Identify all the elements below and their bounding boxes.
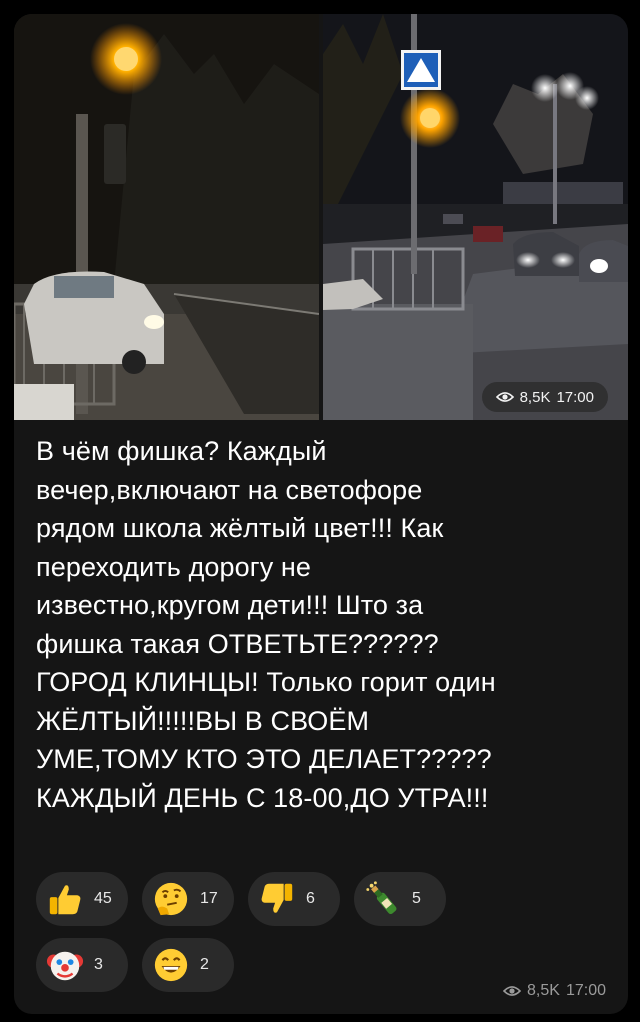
message-meta: 8,5K 17:00 — [503, 982, 606, 1000]
eye-icon — [503, 986, 522, 996]
reaction-thinking[interactable]: 17 — [142, 872, 234, 926]
clown-face-icon — [46, 951, 84, 981]
reaction-thumbs-up[interactable]: 45 — [36, 872, 128, 926]
thumbs-up-icon — [49, 885, 81, 915]
eye-icon — [495, 392, 514, 402]
message-text: В чём фишка? Каждый вечер,включают на св… — [36, 432, 616, 817]
message-bubble: 8,5K 17:00 В чём фишка? Каждый вечер,вкл… — [14, 14, 628, 1014]
champagne-icon — [366, 881, 397, 914]
reaction-champagne[interactable]: 5 — [354, 872, 446, 926]
message-line: ЖЁЛТЫЙ!!!!!ВЫ В СВОЁМ — [36, 705, 370, 736]
photo-crosswalk-street[interactable] — [323, 14, 628, 420]
message-views-count: 8,5K — [527, 982, 560, 999]
message-line: КАЖДЫЙ ДЕНЬ С 18-00,ДО УТРА!!! — [36, 782, 489, 813]
message-line: В чём фишка? Каждый — [36, 436, 327, 466]
message-line: известно,кругом дети!!! Што за — [36, 590, 424, 620]
photo-album[interactable]: 8,5K 17:00 — [14, 14, 628, 420]
message-line: ГОРОД КЛИНЦЫ! Только горит один — [36, 667, 496, 697]
message-line: рядом школа жёлтый цвет!!! Как — [36, 513, 444, 543]
message-time: 17:00 — [565, 982, 606, 999]
reaction-count: 17 — [200, 890, 218, 907]
message-line: УМЕ,ТОМУ КТО ЭТО ДЕЛАЕТ????? — [36, 744, 492, 774]
reaction-clown[interactable]: 3 — [36, 938, 128, 992]
message-line: вечер,включают на светофоре — [36, 474, 423, 505]
media-views-count: 8,5K — [519, 388, 551, 406]
message-line: переходить дорогу не — [36, 551, 312, 582]
thumbs-down-icon — [261, 883, 293, 913]
media-time: 17:00 — [556, 388, 594, 406]
message-line: фишка такая ОТВЕТЬТЕ?????? — [36, 628, 439, 659]
reaction-count: 45 — [94, 890, 112, 907]
reaction-count: 6 — [306, 890, 315, 907]
photo-night-traffic-light[interactable] — [14, 14, 319, 420]
thinking-face-icon — [154, 882, 188, 916]
reaction-count: 5 — [412, 890, 421, 907]
media-views-badge: 8,5K 17:00 — [481, 382, 608, 412]
reaction-count: 3 — [94, 956, 103, 973]
reaction-grinning[interactable]: 2 — [142, 938, 234, 992]
reaction-thumbs-down[interactable]: 6 — [248, 872, 340, 926]
grinning-face-icon — [154, 948, 188, 982]
reaction-count: 2 — [200, 956, 209, 973]
